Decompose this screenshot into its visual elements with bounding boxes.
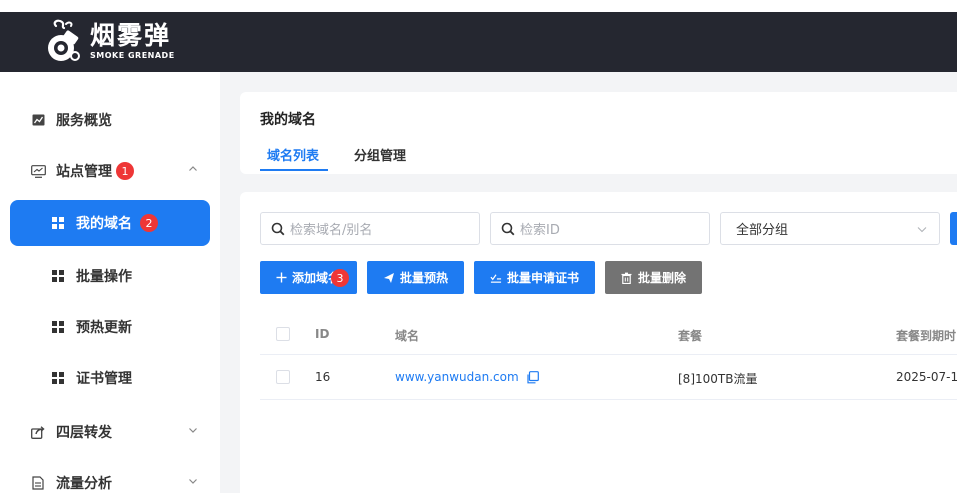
column-header-plan[interactable]: 套餐 (678, 327, 702, 344)
grid-icon (50, 215, 66, 231)
row-plan: [8]100TB流量 (678, 372, 758, 386)
active-tab-indicator (260, 169, 328, 171)
sidebar-item-my-domains[interactable]: 我的域名 2 (10, 200, 210, 246)
sidebar-item-layer4-forwarding[interactable]: 四层转发 (10, 409, 210, 455)
row-id: 16 (315, 370, 331, 384)
share-icon (30, 424, 46, 440)
group-select[interactable]: 全部分组 (720, 212, 940, 245)
sidebar-item-prefetch-refresh[interactable]: 预热更新 (10, 304, 210, 350)
sidebar-item-site-management[interactable]: 站点管理 1 (10, 148, 210, 194)
step-badge: 2 (140, 214, 158, 232)
group-select-value: 全部分组 (736, 223, 789, 238)
grid-icon (50, 268, 66, 284)
sidebar-item-label: 预热更新 (76, 320, 132, 336)
row-domain: www.yanwudan.com (395, 370, 519, 384)
page-title: 我的域名 (260, 112, 316, 128)
row-domain-link[interactable]: www.yanwudan.com (395, 370, 539, 384)
batch-delete-label: 批量删除 (637, 271, 686, 285)
batch-cert-label: 批量申请证书 (506, 271, 579, 285)
chevron-down-icon (189, 428, 197, 433)
top-strip (0, 0, 957, 12)
grid-icon (50, 319, 66, 335)
sidebar-item-label: 服务概览 (56, 113, 112, 129)
check-list-icon (490, 272, 502, 284)
table-divider (260, 399, 957, 400)
sidebar-item-batch-operations[interactable]: 批量操作 (10, 253, 210, 299)
column-header-plan-expiry[interactable]: 套餐到期时 (896, 327, 956, 344)
sidebar-item-label: 证书管理 (76, 371, 132, 387)
tab-domain-list[interactable]: 域名列表 (267, 145, 319, 164)
monitor-icon (30, 163, 46, 179)
search-icon (271, 222, 285, 235)
search-id-placeholder: 检索ID (520, 223, 560, 238)
row-checkbox[interactable] (276, 370, 290, 384)
sidebar-item-label: 我的域名 (76, 216, 132, 232)
top-bar: 烟雾弹 SMOKE GRENADE (0, 0, 957, 72)
brand-logo[interactable]: 烟雾弹 SMOKE GRENADE (44, 18, 175, 64)
document-icon (30, 475, 46, 491)
chart-line-icon (30, 112, 46, 128)
brand-name: 烟雾弹 (90, 21, 172, 50)
brand-tagline: SMOKE GRENADE (90, 51, 175, 60)
sidebar-item-service-overview[interactable]: 服务概览 (10, 97, 210, 143)
search-domain-placeholder: 检索域名/别名 (290, 223, 373, 238)
sidebar-item-label: 批量操作 (76, 269, 132, 285)
row-plan-expiry: 2025-07-1 (896, 370, 957, 384)
copy-icon[interactable] (526, 370, 539, 384)
trash-icon (621, 272, 633, 284)
batch-cert-button[interactable]: 批量申请证书 (474, 261, 595, 294)
chevron-up-icon (189, 166, 197, 171)
batch-delete-button[interactable]: 批量删除 (605, 261, 702, 294)
chevron-down-icon (917, 227, 927, 233)
column-header-domain[interactable]: 域名 (395, 327, 419, 344)
step-badge: 1 (116, 162, 134, 180)
sidebar-item-traffic-analysis[interactable]: 流量分析 (10, 460, 210, 493)
grid-icon (50, 370, 66, 386)
sidebar: 服务概览 站点管理 1 我的域名 2 批量操作 预热更新 证书管理 四层转发 流… (0, 72, 220, 493)
select-all-checkbox[interactable] (276, 327, 290, 341)
table-divider (260, 354, 957, 355)
sidebar-item-certificates[interactable]: 证书管理 (10, 355, 210, 401)
sidebar-item-label: 流量分析 (56, 476, 112, 492)
batch-prefetch-button[interactable]: 批量预热 (367, 261, 464, 294)
search-id-input[interactable]: 检索ID (490, 212, 710, 245)
chevron-down-icon (189, 479, 197, 484)
batch-prefetch-label: 批量预热 (399, 271, 448, 285)
sidebar-item-label: 四层转发 (56, 425, 112, 441)
plus-icon (275, 272, 287, 284)
tab-group-management[interactable]: 分组管理 (354, 145, 406, 164)
search-icon (501, 222, 515, 235)
step-badge: 3 (331, 269, 349, 287)
search-domain-input[interactable]: 检索域名/别名 (260, 212, 480, 245)
send-icon (383, 272, 395, 284)
page-header: 我的域名 域名列表 分组管理 (240, 92, 957, 174)
sidebar-item-label: 站点管理 (56, 164, 112, 180)
domain-list-panel: 检索域名/别名 检索ID 全部分组 添加域名 3 批量预热 批量申请证书 批量删… (240, 192, 957, 493)
smoke-grenade-icon (44, 18, 84, 64)
add-domain-button[interactable]: 添加域名 3 (260, 261, 357, 294)
search-button[interactable] (950, 212, 957, 245)
column-header-id[interactable]: ID (315, 327, 329, 341)
